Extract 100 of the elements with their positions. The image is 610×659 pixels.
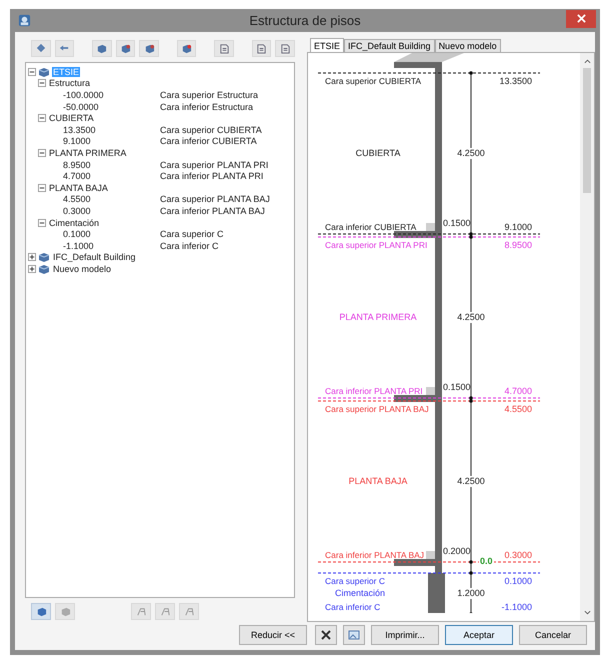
toolbar-button[interactable]: [54, 40, 74, 56]
level-value: -100.0000: [63, 90, 105, 100]
scroll-down-icon[interactable]: [584, 610, 590, 615]
close-button[interactable]: [566, 10, 596, 28]
document-icon: [256, 42, 267, 54]
toolbar-button[interactable]: [155, 602, 175, 620]
database-icon: [36, 606, 46, 616]
toolbar-button[interactable]: [116, 40, 136, 56]
dialog-button[interactable]: Reducir <<: [239, 625, 307, 645]
toolbar-button[interactable]: [214, 40, 234, 56]
level-value: 0.1000: [504, 576, 532, 587]
floor-name: Cimentación: [334, 588, 386, 598]
tab[interactable]: IFC_Default Building: [344, 39, 435, 52]
floor-name: PLANTA BAJA: [348, 476, 408, 486]
level-label: Cara superior CUBIERTA: [325, 76, 422, 87]
level-value: 0.1000: [63, 229, 92, 240]
toolbar-button[interactable]: [139, 40, 159, 56]
level-value: -1.1000: [501, 602, 532, 613]
database-icon: [144, 42, 155, 54]
zero-level-marker: 0.0: [479, 556, 494, 567]
slab-thickness: 0.1500: [443, 218, 471, 229]
level-label: Cara superior C: [325, 576, 385, 587]
expand-icon[interactable]: [28, 264, 36, 273]
scroll-thumb[interactable]: [583, 68, 591, 193]
figure-icon: [184, 606, 194, 616]
level-description: Cara superior CUBIERTA: [160, 124, 262, 135]
database-icon: [38, 66, 50, 77]
level-label: Cara superior PLANTA BAJ: [325, 404, 429, 415]
floor-name: PLANTA PRIMERA: [338, 312, 418, 322]
footing: [428, 573, 445, 613]
level-label: Cara superior PLANTA PRI: [325, 240, 428, 251]
app-icon: [18, 14, 31, 27]
tree-item[interactable]: PLANTA BAJA: [48, 182, 109, 193]
collapse-icon[interactable]: [38, 218, 46, 227]
document-icon: [280, 42, 291, 54]
level-description: Cara inferior Estructura: [160, 102, 254, 112]
toolbar-button[interactable]: [252, 40, 272, 56]
level-value: 8.9500: [63, 160, 92, 170]
roof-edge: [394, 53, 464, 62]
database-icon: [60, 606, 70, 616]
level-description: Cara inferior PLANTA BAJ: [160, 206, 265, 216]
tree-item[interactable]: IFC_Default Building: [52, 252, 137, 262]
tree-item[interactable]: Cimentación: [48, 218, 100, 228]
level-description: Cara superior Estructura: [160, 90, 258, 100]
collapse-icon[interactable]: [38, 114, 46, 122]
level-value: 13.3500: [499, 76, 532, 87]
close-icon: [576, 14, 586, 23]
tab[interactable]: Nuevo modelo: [434, 39, 501, 52]
level-description: Cara superior C: [160, 229, 224, 240]
collapse-icon[interactable]: [38, 148, 46, 157]
tree-item[interactable]: CUBIERTA: [48, 113, 95, 124]
level-value: 4.5500: [63, 194, 92, 204]
database-icon: [96, 42, 108, 54]
toolbar-button[interactable]: [31, 40, 51, 56]
level-label: Cara inferior C: [325, 602, 380, 613]
database-icon: [181, 42, 192, 54]
level-value: 8.9500: [504, 240, 532, 251]
toolbar-button[interactable]: [92, 40, 112, 56]
toolbar-button[interactable]: [275, 40, 295, 56]
toolbar-button[interactable]: [31, 602, 51, 620]
slab-thickness: 0.1500: [443, 382, 471, 393]
image-button[interactable]: [343, 625, 365, 645]
toolbar-button[interactable]: [131, 602, 151, 620]
expand-icon[interactable]: [28, 253, 36, 262]
level-value: 4.5500: [504, 404, 532, 415]
image-icon: [348, 629, 360, 641]
toolbar-button[interactable]: [176, 40, 196, 56]
level-value: 9.1000: [504, 222, 532, 233]
slab-edge: [426, 551, 435, 559]
database-icon: [120, 42, 132, 54]
toolbar-button[interactable]: [179, 602, 199, 620]
tree-item[interactable]: PLANTA PRIMERA: [48, 148, 128, 158]
level-value: 9.1000: [63, 136, 92, 146]
document-icon: [218, 42, 230, 54]
level-value: 4.7000: [504, 386, 532, 397]
database-icon: [38, 264, 50, 274]
level-description: Cara inferior CUBIERTA: [160, 136, 257, 146]
scroll-up-icon[interactable]: [584, 59, 590, 64]
tools-button[interactable]: [315, 625, 337, 645]
tab[interactable]: ETSIE: [310, 38, 344, 52]
collapse-icon[interactable]: [38, 184, 46, 192]
figure-icon: [160, 606, 170, 616]
dialog-button[interactable]: Aceptar: [445, 625, 513, 645]
collapse-icon[interactable]: [38, 79, 46, 88]
floor-name: CUBIERTA: [354, 148, 402, 158]
tree-item[interactable]: Nuevo modelo: [52, 264, 112, 274]
collapse-icon[interactable]: [28, 68, 36, 76]
tree-item[interactable]: Estructura: [48, 78, 92, 88]
database-icon: [38, 252, 50, 262]
scrollbar[interactable]: [580, 53, 594, 621]
level-value: 0.3000: [504, 550, 532, 561]
level-description: Cara superior PLANTA PRI: [160, 160, 268, 170]
figure-icon: [136, 606, 146, 616]
level-value: -50.0000: [63, 102, 100, 112]
level-value: 13.3500: [63, 124, 97, 135]
level-label: Cara inferior PLANTA BAJ: [325, 550, 424, 561]
dialog-button[interactable]: Imprimir...: [371, 625, 439, 645]
dialog-button[interactable]: Cancelar: [519, 625, 587, 645]
level-label: Cara inferior CUBIERTA: [325, 222, 416, 233]
arrow-icon: [36, 43, 46, 53]
